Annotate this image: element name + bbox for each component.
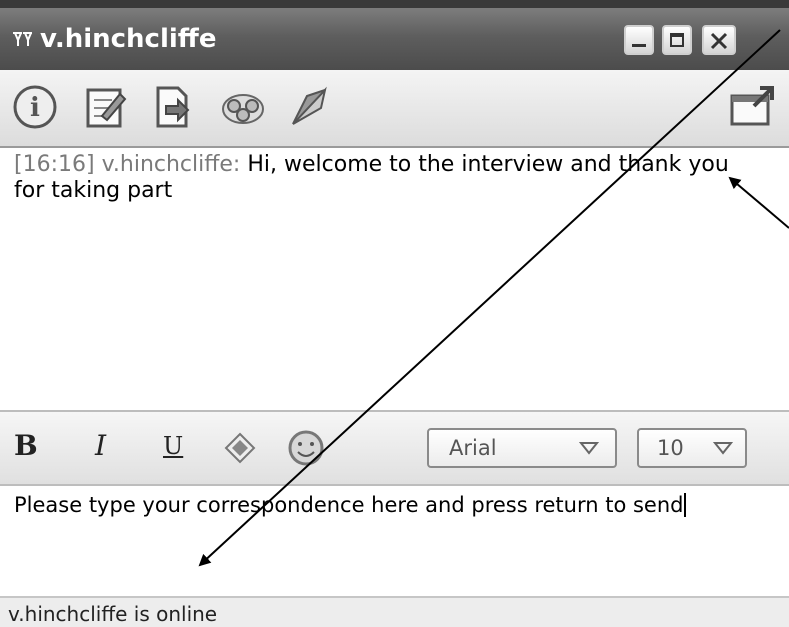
message-input-text[interactable]: Please type your correspondence here and… [14, 492, 774, 518]
chevron-down-icon [579, 442, 599, 455]
font-size-select[interactable]: 10 [637, 428, 747, 468]
font-select-value: Arial [449, 436, 497, 460]
conference-icon[interactable] [218, 82, 268, 132]
rocket-icon[interactable] [285, 82, 335, 132]
window-title: v.hinchcliffe [40, 24, 217, 54]
italic-button[interactable]: I [95, 430, 106, 462]
minimize-button[interactable] [624, 25, 654, 55]
close-button[interactable] [702, 25, 736, 55]
smiley-icon[interactable] [286, 428, 326, 472]
send-file-icon[interactable] [148, 82, 198, 132]
chat-history[interactable]: [16:16] v.hinchcliffe: Hi, welcome to th… [6, 148, 786, 408]
toolbar: i [0, 70, 789, 148]
text-caret [683, 493, 686, 517]
underline-button[interactable]: U [163, 430, 183, 462]
title-bar-top-strip [0, 0, 789, 8]
maximize-button[interactable] [662, 25, 692, 55]
format-bar: B I U Arial 10 [0, 410, 789, 486]
svg-text:i: i [30, 93, 40, 123]
message-input[interactable]: Please type your correspondence here and… [6, 486, 786, 594]
font-select[interactable]: Arial [427, 428, 617, 468]
bold-button[interactable]: B [14, 430, 38, 462]
color-icon[interactable] [220, 428, 260, 472]
message-input-value: Please type your correspondence here and… [14, 493, 684, 517]
popout-icon[interactable] [728, 82, 778, 132]
chat-message: [16:16] v.hinchcliffe: Hi, welcome to th… [14, 152, 734, 204]
chat-app-icon [12, 30, 36, 53]
title-bar[interactable]: v.hinchcliffe [0, 0, 789, 70]
status-text: v.hinchcliffe is online [8, 602, 218, 626]
edit-profile-icon[interactable] [80, 82, 130, 132]
status-bar: v.hinchcliffe is online [0, 596, 789, 627]
font-size-value: 10 [657, 436, 684, 460]
message-time: [16:16] [14, 152, 95, 177]
close-icon [710, 32, 728, 50]
info-icon[interactable]: i [10, 82, 60, 132]
chevron-down-icon [713, 442, 733, 455]
message-sender: v.hinchcliffe: [101, 152, 241, 177]
chat-window: v.hinchcliffe i [16:16] v.hinchcliffe: H… [0, 0, 789, 627]
